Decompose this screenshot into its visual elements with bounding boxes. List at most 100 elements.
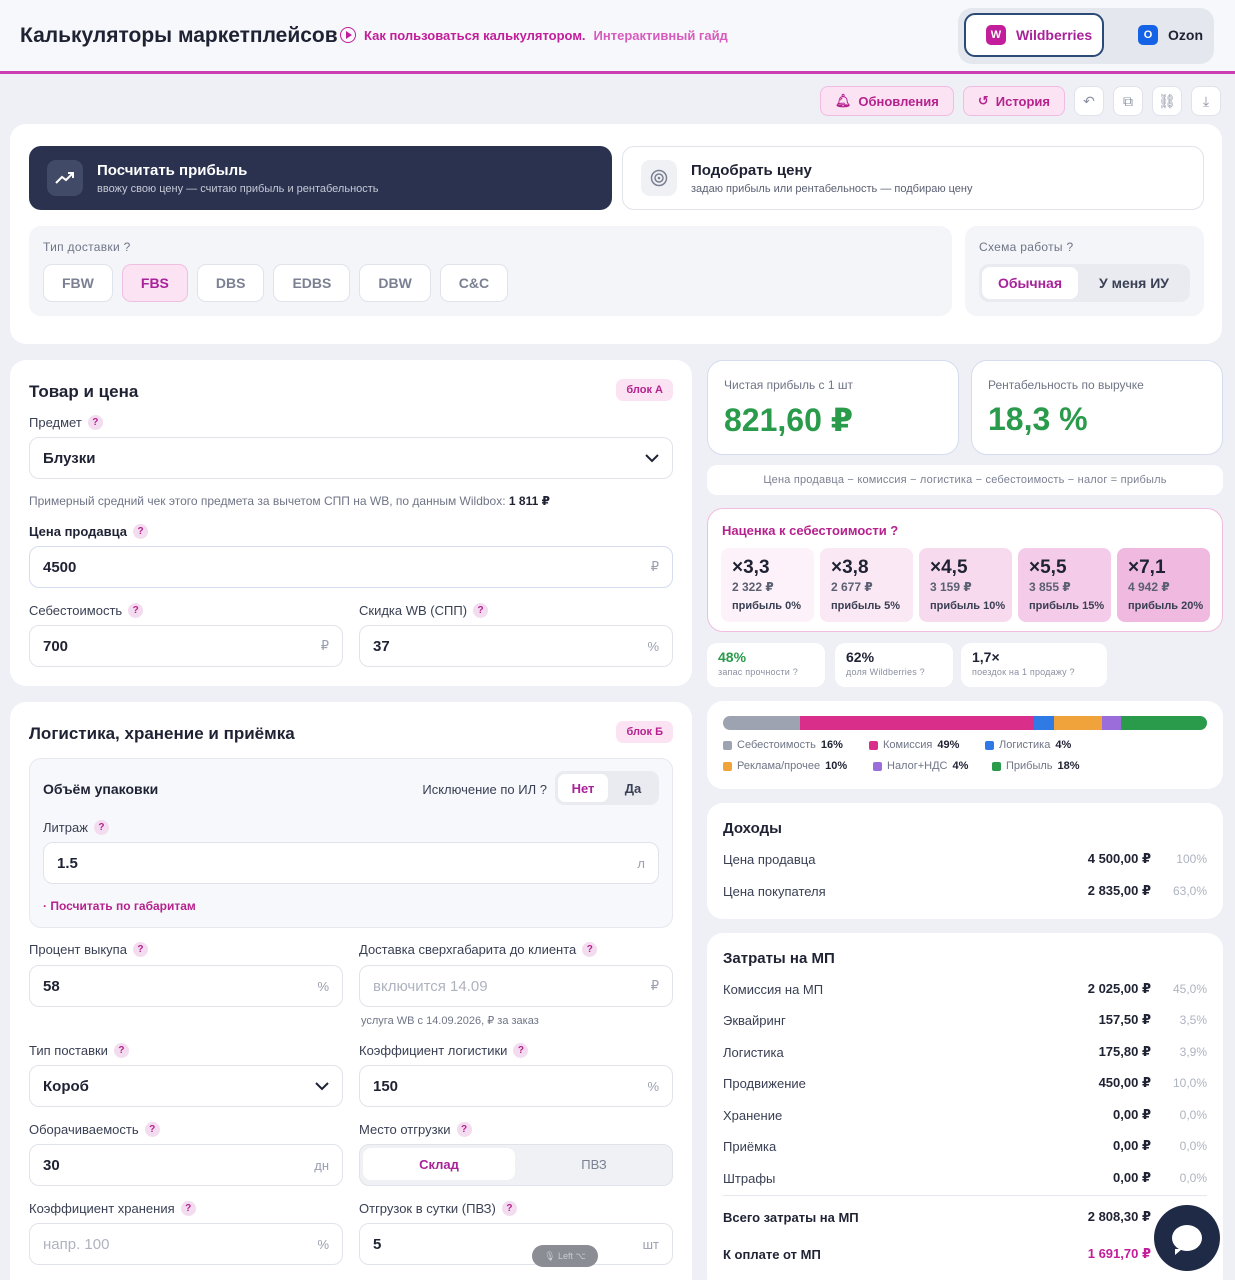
unit: % [647,1078,659,1094]
supply-type-select[interactable]: Короб [29,1065,343,1107]
buyout-input[interactable]: 58 % [29,965,343,1007]
income-title: Доходы [723,820,782,837]
daily-shipments-input[interactable]: 5 шт [359,1223,673,1265]
updates-button[interactable]: 🔔︎ Обновления [819,86,954,116]
delivery-option-dbs[interactable]: DBS [196,264,265,302]
delivery-option-cc[interactable]: C&C [439,264,509,302]
scheme-option-regular[interactable]: Обычная [982,267,1078,299]
help-icon[interactable]: ? [128,603,144,618]
delivery-option-fbw[interactable]: FBW [43,264,113,302]
marketplace-wildberries[interactable]: W Wildberries [964,13,1104,57]
delivery-option-dbw[interactable]: DBW [359,264,431,302]
ship-option-pvz[interactable]: ПВЗ [518,1148,670,1180]
delivery-option-edbs[interactable]: EDBS [273,264,351,302]
history-button[interactable]: ↺ История [962,86,1065,116]
cost-input[interactable]: 700 ₽ [29,625,343,667]
row-label: Цена покупателя [723,883,826,899]
legend-item: Себестоимость 16% [723,739,843,751]
mode-find-price[interactable]: Подобрать цену задаю прибыль или рентабе… [622,146,1204,210]
markup-card: Наценка к себестоимости ? ×3,3 2 322 ₽ п… [707,508,1223,632]
il-option-no[interactable]: Нет [558,774,608,802]
download-button[interactable]: ⤓ [1191,86,1221,116]
help-icon[interactable]: ? [501,1201,517,1216]
markup-tile[interactable]: ×5,5 3 855 ₽ прибыль 15% [1018,548,1111,622]
bar-segment [1034,716,1054,730]
row-value: 450,00 ₽ [1098,1075,1151,1090]
unit: ₽ [320,638,329,653]
unit: % [317,1236,329,1252]
voice-input-pill[interactable]: 🎙 Left ⌥ [532,1245,598,1267]
subject-value: Блузки [43,449,96,467]
guide-link[interactable]: Как пользоваться калькулятором. Интеракт… [340,27,728,43]
chevron-down-icon [645,451,659,466]
copy-button[interactable]: ⧉ [1113,86,1143,116]
markup-multiplier: ×7,1 [1128,557,1166,578]
storage-coef-input[interactable]: напр. 100 % [29,1223,343,1265]
markup-tile[interactable]: ×3,3 2 322 ₽ прибыль 0% [721,548,814,622]
markup-tile[interactable]: ×7,1 4 942 ₽ прибыль 20% [1117,548,1210,622]
bar-segment [723,716,800,730]
reset-button[interactable]: ↶ [1074,86,1104,116]
supply-type-label: Тип поставки? [29,1043,129,1058]
legend-name: Себестоимость [737,739,816,751]
share-link-button[interactable]: ⛓ [1152,86,1182,116]
help-icon[interactable]: ? [132,942,148,957]
price-input[interactable]: 4500 ₽ [29,546,673,588]
litre-input[interactable]: 1.5 л [43,842,659,884]
logistics-coef-input[interactable]: 150 % [359,1065,673,1107]
il-option-yes[interactable]: Да [610,774,656,802]
help-icon[interactable]: ? [93,820,109,835]
row-pct: 100% [1176,852,1207,866]
cost-row: Комиссия на МП 2 025,00 ₽ 45,0% [723,981,1207,997]
markup-tile[interactable]: ×3,8 2 677 ₽ прибыль 5% [820,548,913,622]
calc-by-dimensions-link[interactable]: · Посчитать по габаритам [43,899,196,913]
shipment-place-label: Место отгрузки? [359,1122,472,1137]
markup-profit: прибыль 5% [831,600,901,612]
row-label: Хранение [723,1107,783,1123]
cost-row: Хранение 0,00 ₽ 0,0% [723,1107,1207,1123]
scheme-option-iu[interactable]: У меня ИУ [1082,267,1186,299]
top-header: Калькуляторы маркетплейсов Как пользоват… [0,0,1235,74]
help-icon[interactable]: ? [473,603,489,618]
stat-wb-share: 62% доля Wildberries ? [835,643,953,687]
help-icon[interactable]: ? [87,415,103,430]
discount-input[interactable]: 37 % [359,625,673,667]
oversize-label: Доставка сверхгабарита до клиента? [359,942,598,957]
discount-label: Скидка WB (СПП)? [359,603,489,618]
help-icon[interactable]: ? [144,1122,160,1137]
delivery-option-fbs[interactable]: FBS [121,264,188,302]
help-icon[interactable]: ? [582,942,598,957]
litre-label: Литраж? [43,820,109,835]
chat-button[interactable] [1154,1205,1220,1271]
label-text: Доставка сверхгабарита до клиента [359,942,577,957]
row-label: Эквайринг [723,1012,786,1028]
package-title: Объём упаковки [43,781,159,797]
help-icon[interactable]: ? [180,1201,196,1216]
delivery-type-label: Тип доставки ? [43,240,131,254]
help-icon[interactable]: ? [456,1122,472,1137]
mode-calc-profit[interactable]: Посчитать прибыль ввожу свою цену — счит… [29,146,612,210]
help-icon[interactable]: ? [513,1043,529,1058]
help-icon[interactable]: ? [113,1043,129,1058]
ship-option-warehouse[interactable]: Склад [363,1148,515,1180]
history-icon: ↺ [977,93,989,108]
buyout-value: 58 [43,977,60,995]
markup-multiplier: ×4,5 [930,557,968,578]
legend-name: Реклама/прочее [737,760,821,772]
row-value: 0,00 ₽ [1113,1138,1151,1153]
page-title: Калькуляторы маркетплейсов [20,24,338,47]
marketplace-ozon[interactable]: O Ozon [1118,13,1208,57]
cost-structure-card: Себестоимость 16% Комиссия 49% Логистика 4%… [707,701,1223,789]
label-text: Процент выкупа [29,942,127,957]
subject-select[interactable]: Блузки [29,437,673,479]
row-label: Штрафы [723,1170,776,1186]
row-pct: 0,0% [1179,1139,1207,1153]
copy-icon: ⧉ [1123,92,1133,109]
package-volume-panel: Объём упаковки Исключение по ИЛ ? Нет Да… [29,758,673,928]
markup-tile[interactable]: ×4,5 3 159 ₽ прибыль 10% [919,548,1012,622]
legend-swatch [869,740,878,750]
turnover-input[interactable]: 30 дн [29,1144,343,1186]
row-label: Логистика [723,1044,784,1060]
help-icon[interactable]: ? [133,524,148,539]
oversize-input[interactable]: включится 14.09 ₽ [359,965,673,1007]
